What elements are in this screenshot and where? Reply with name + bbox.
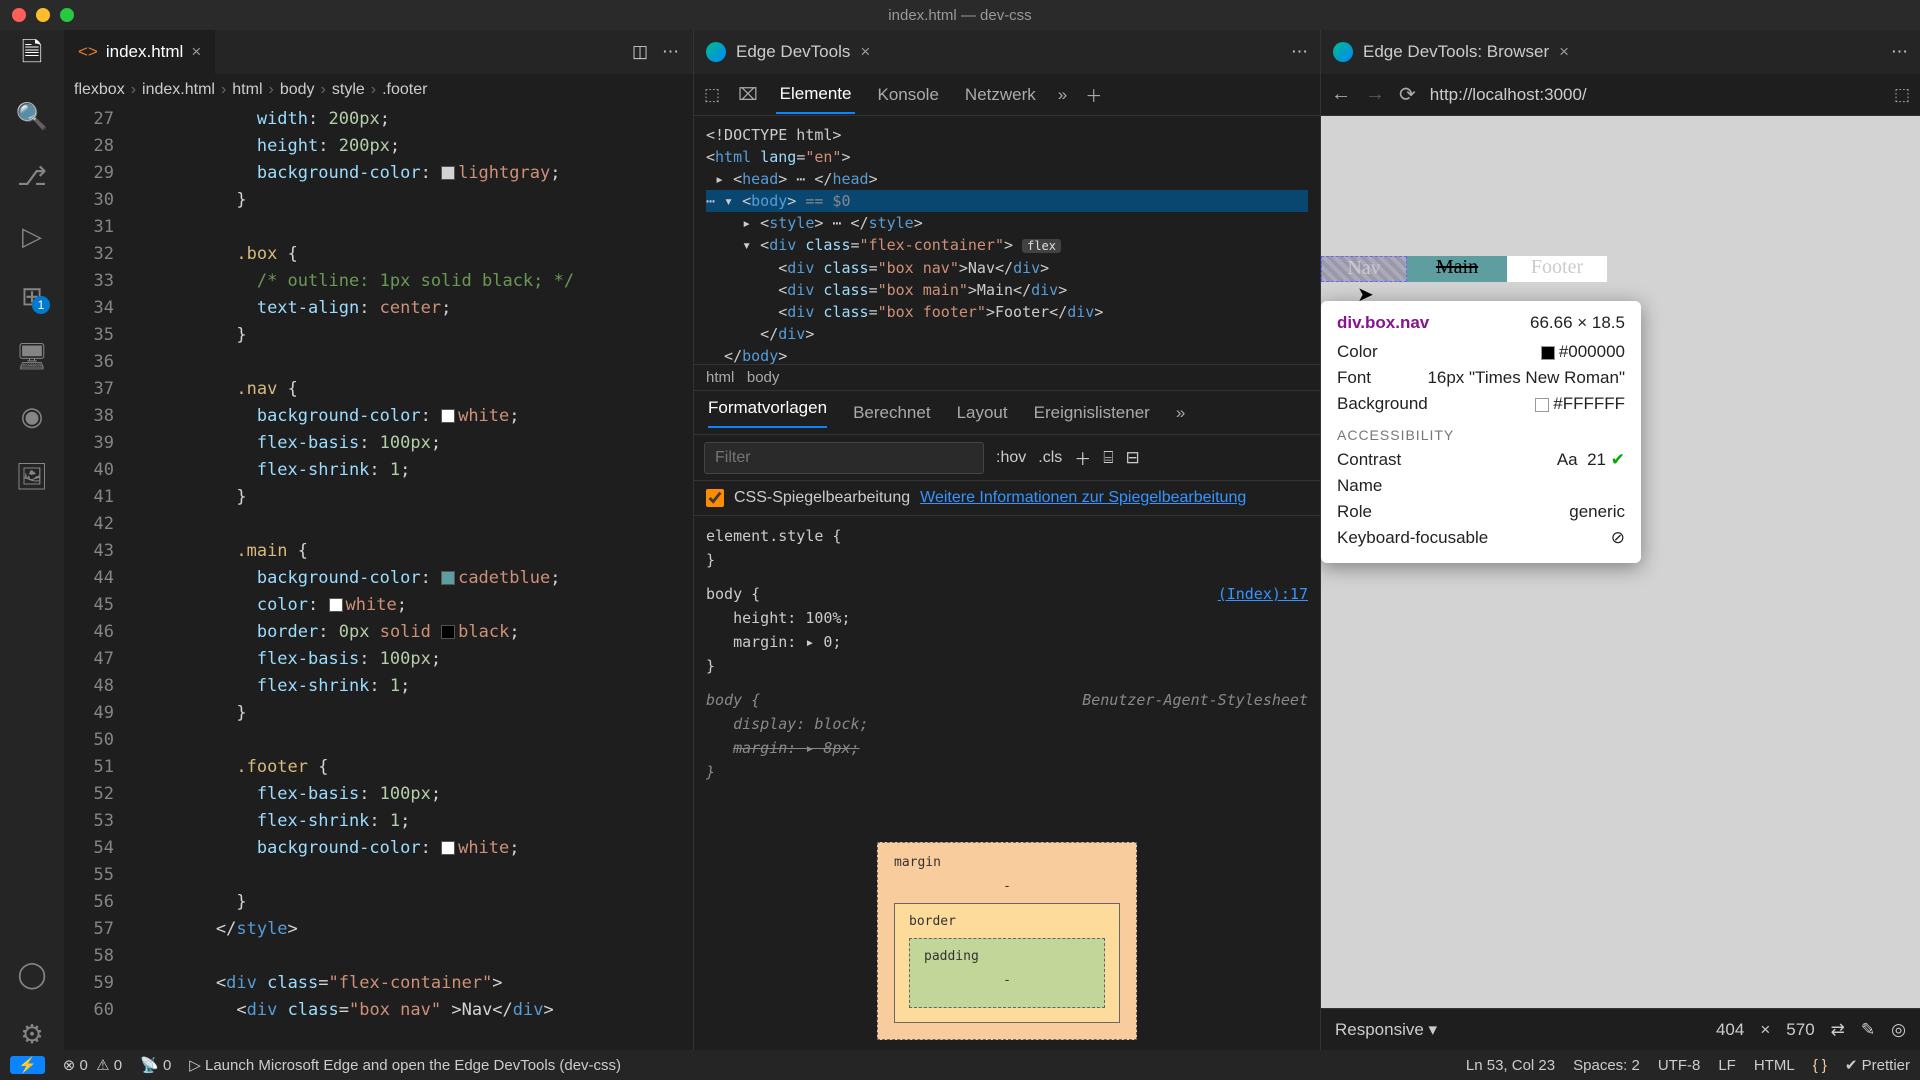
more-tabs-icon[interactable]: » <box>1058 85 1067 105</box>
browser-viewport[interactable]: Nav Main Footer ➤ div.box.nav66.66 × 18.… <box>1321 116 1920 1008</box>
styles-filter-input[interactable] <box>704 442 984 474</box>
inspect-element-icon[interactable]: ⬚ <box>704 85 720 105</box>
more-actions-icon[interactable]: ⋯ <box>1891 42 1908 62</box>
browser-pane: Edge DevTools: Browser × ⋯ ← → ⟳ http://… <box>1320 30 1920 1050</box>
css-mirror-checkbox[interactable] <box>706 489 724 507</box>
css-mirror-link[interactable]: Weitere Informationen zur Spiegelbearbei… <box>920 489 1246 507</box>
edge-icon <box>1333 42 1353 62</box>
traffic-lights <box>12 8 74 22</box>
editor-pane: <> index.html × ◫ ⋯ flexbox›index.html›h… <box>64 30 694 1050</box>
styles-tabs: Formatvorlagen Berechnet Layout Ereignis… <box>694 391 1320 435</box>
tab-styles[interactable]: Formatvorlagen <box>708 398 827 428</box>
more-icon[interactable]: ⊟ <box>1125 448 1139 468</box>
prettier-indicator[interactable]: ✔ Prettier <box>1845 1056 1910 1074</box>
more-actions-icon[interactable]: ⋯ <box>662 42 679 62</box>
more-tabs-icon[interactable]: » <box>1176 403 1185 423</box>
encoding-indicator[interactable]: UTF-8 <box>1658 1057 1701 1074</box>
close-browser-tab-icon[interactable]: × <box>1559 42 1569 62</box>
indent-indicator[interactable]: Spaces: 2 <box>1573 1057 1640 1074</box>
url-field[interactable]: http://localhost:3000/ <box>1430 85 1880 105</box>
dom-breadcrumb[interactable]: html body <box>694 364 1320 391</box>
tab-event-listeners[interactable]: Ereignislistener <box>1034 403 1150 423</box>
account-icon[interactable]: ◯ <box>16 958 48 990</box>
styles-rules[interactable]: element.style { } body {(Index):17 heigh… <box>694 516 1320 1050</box>
gear-icon[interactable]: ⚙ <box>16 1018 48 1050</box>
styles-toolbar: :hov .cls ＋ ⌸ ⊟ <box>694 435 1320 481</box>
code-editor[interactable]: 2728293031323334353637383940414243444546… <box>64 106 693 1050</box>
edge-tools-icon[interactable]: ◉ <box>16 400 48 432</box>
tab-computed[interactable]: Berechnet <box>853 403 931 423</box>
box-model[interactable]: margin- border padding- <box>877 842 1137 1040</box>
breadcrumb[interactable]: flexbox›index.html›html›body›style›.foot… <box>64 74 693 106</box>
inspect-tooltip: div.box.nav66.66 × 18.5 Color#000000 Fon… <box>1321 301 1641 563</box>
css-mirror-label: CSS-Spiegelbearbeitung <box>734 489 910 507</box>
browser-tab-title: Edge DevTools: Browser <box>1363 42 1549 62</box>
devtools-toolbar: ⬚ ⌧ Elemente Konsole Netzwerk » ＋ <box>694 74 1320 116</box>
html-file-icon: <> <box>78 42 98 62</box>
reload-icon[interactable]: ⟳ <box>1399 82 1416 107</box>
close-tab-icon[interactable]: × <box>191 42 201 62</box>
split-editor-icon[interactable]: ◫ <box>632 42 648 62</box>
more-actions-icon[interactable]: ⋯ <box>1291 42 1308 62</box>
devtools-tab-bar: Edge DevTools × ⋯ <box>694 30 1320 74</box>
css-mirror-row: CSS-Spiegelbearbeitung Weitere Informati… <box>694 481 1320 516</box>
close-window-icon[interactable] <box>12 8 26 22</box>
preview-nav: Nav <box>1321 256 1407 282</box>
image-icon[interactable]: 🖼 <box>16 460 48 492</box>
edge-icon <box>706 42 726 62</box>
errors-count[interactable]: ⊗ 0 ⚠ 0 <box>63 1056 122 1074</box>
preview-footer: Footer <box>1507 256 1607 282</box>
eyedropper-icon[interactable]: ✎ <box>1861 1020 1875 1040</box>
back-icon[interactable]: ← <box>1331 83 1351 106</box>
explorer-icon[interactable]: 🗎 <box>16 40 48 72</box>
language-indicator[interactable]: HTML <box>1754 1057 1795 1074</box>
status-bar: ⚡ ⊗ 0 ⚠ 0 📡 0 ▷ Launch Microsoft Edge an… <box>0 1050 1920 1080</box>
browser-tab-bar: Edge DevTools: Browser × ⋯ <box>1321 30 1920 74</box>
eol-indicator[interactable]: LF <box>1718 1057 1736 1074</box>
window-title: index.html — dev-css <box>888 7 1031 24</box>
cursor-position[interactable]: Ln 53, Col 23 <box>1466 1057 1555 1074</box>
bracket-pair-icon[interactable]: { } <box>1813 1057 1827 1074</box>
tab-layout[interactable]: Layout <box>957 403 1008 423</box>
editor-tab-bar: <> index.html × ◫ ⋯ <box>64 30 693 74</box>
flex-container-preview: Nav Main Footer <box>1321 256 1607 282</box>
viewport-height[interactable]: 570 <box>1786 1020 1814 1040</box>
devtools-pane: Edge DevTools × ⋯ ⬚ ⌧ Elemente Konsole N… <box>694 30 1320 1050</box>
editor-tab[interactable]: <> index.html × <box>64 30 215 74</box>
tab-network[interactable]: Netzwerk <box>961 77 1040 113</box>
tab-console[interactable]: Konsole <box>873 77 942 113</box>
remote-icon[interactable]: 🖥 <box>16 340 48 372</box>
device-toolbar-icon[interactable]: ⌧ <box>738 85 758 105</box>
add-tab-icon[interactable]: ＋ <box>1085 82 1102 107</box>
preview-main: Main <box>1407 256 1507 282</box>
target-icon[interactable]: ◎ <box>1891 1020 1906 1040</box>
forward-icon[interactable]: → <box>1365 83 1385 106</box>
responsive-mode-select[interactable]: Responsive ▾ <box>1335 1020 1437 1040</box>
cls-toggle[interactable]: .cls <box>1038 449 1062 467</box>
browser-footer: Responsive ▾ 404 × 570 ⇄ ✎ ◎ <box>1321 1008 1920 1050</box>
launch-edge-message[interactable]: ▷ Launch Microsoft Edge and open the Edg… <box>189 1056 621 1074</box>
zoom-window-icon[interactable] <box>60 8 74 22</box>
search-icon[interactable]: 🔍 <box>16 100 48 132</box>
close-devtools-icon[interactable]: × <box>860 42 870 62</box>
browser-url-bar: ← → ⟳ http://localhost:3000/ ⬚ <box>1321 74 1920 116</box>
source-control-icon[interactable]: ⎇ <box>16 160 48 192</box>
remote-indicator[interactable]: ⚡ <box>10 1056 45 1074</box>
computed-sidebar-icon[interactable]: ⌸ <box>1103 448 1113 468</box>
viewport-width[interactable]: 404 <box>1716 1020 1744 1040</box>
new-style-rule-icon[interactable]: ＋ <box>1074 445 1091 470</box>
devtools-tab-title: Edge DevTools <box>736 42 850 62</box>
dom-tree[interactable]: <!DOCTYPE html> <html lang="en"> ▸ <head… <box>694 116 1320 364</box>
editor-tab-filename: index.html <box>106 42 183 62</box>
rotate-icon[interactable]: ⇄ <box>1831 1020 1845 1040</box>
inspect-icon[interactable]: ⬚ <box>1894 85 1910 105</box>
minimize-window-icon[interactable] <box>36 8 50 22</box>
window-titlebar: index.html — dev-css <box>0 0 1920 30</box>
tab-elements[interactable]: Elemente <box>776 76 856 114</box>
run-debug-icon[interactable]: ▷ <box>16 220 48 252</box>
extensions-icon[interactable]: ⊞1 <box>16 280 48 312</box>
activity-bar: 🗎 🔍 ⎇ ▷ ⊞1 🖥 ◉ 🖼 ◯ ⚙ <box>0 30 64 1050</box>
ports-indicator[interactable]: 📡 0 <box>140 1056 171 1074</box>
hov-toggle[interactable]: :hov <box>996 449 1026 467</box>
